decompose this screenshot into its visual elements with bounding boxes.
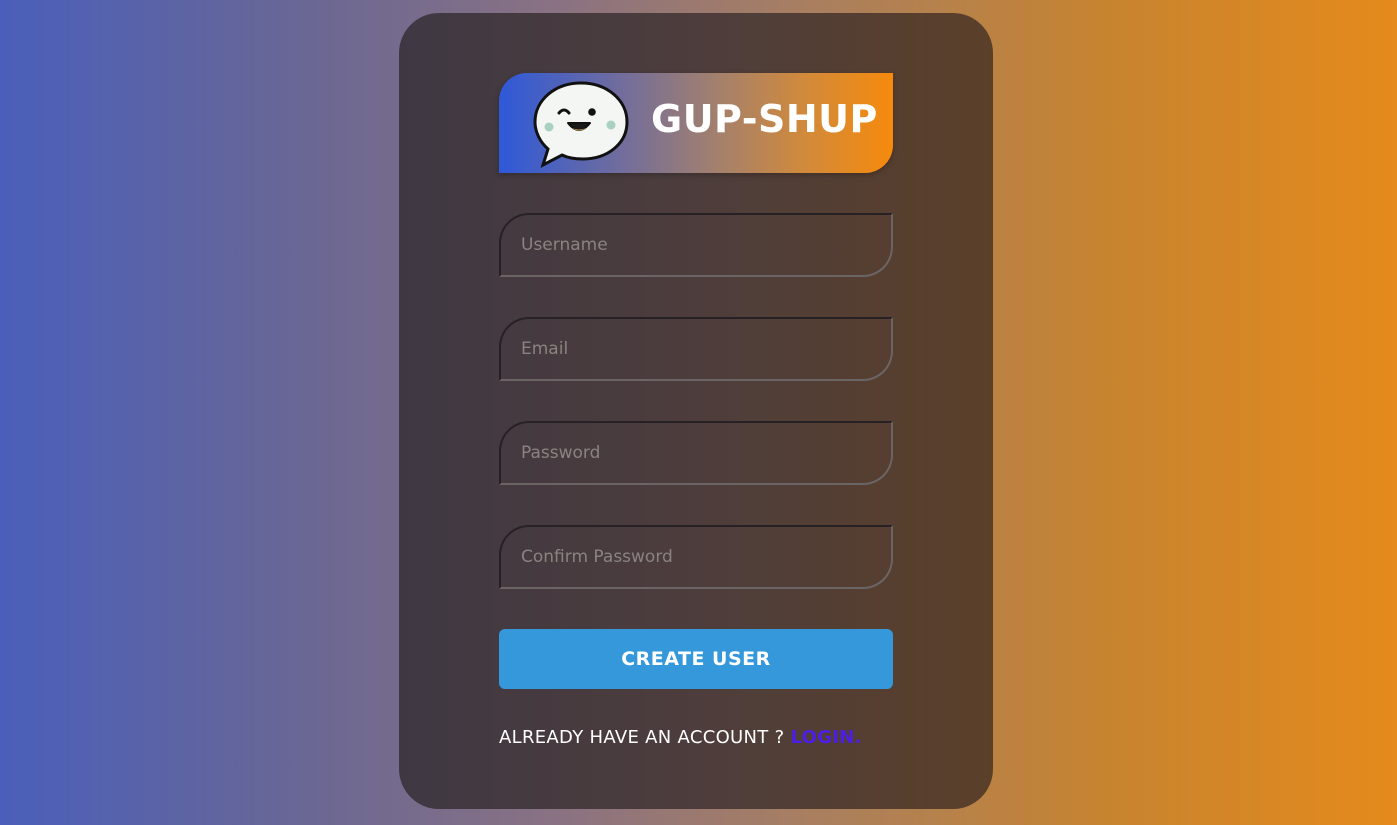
login-link[interactable]: LOGIN. [790, 727, 861, 748]
login-prompt-text: ALREADY HAVE AN ACCOUNT ? [499, 727, 791, 748]
register-card: GUP-SHUP CREATE USER ALREADY HAVE AN ACC… [399, 13, 993, 809]
create-user-button[interactable]: CREATE USER [499, 629, 893, 689]
confirm-password-field [499, 525, 893, 589]
confirm-password-input[interactable] [501, 527, 891, 587]
username-input[interactable] [501, 215, 891, 275]
login-prompt: ALREADY HAVE AN ACCOUNT ? LOGIN. [499, 727, 919, 748]
brand-title: GUP-SHUP [651, 97, 878, 141]
username-field [499, 213, 893, 277]
password-field [499, 421, 893, 485]
chat-bubble-smiley-icon [533, 81, 629, 169]
email-field [499, 317, 893, 381]
email-input[interactable] [501, 319, 891, 379]
password-input[interactable] [501, 423, 891, 483]
brand-banner: GUP-SHUP [499, 73, 893, 173]
